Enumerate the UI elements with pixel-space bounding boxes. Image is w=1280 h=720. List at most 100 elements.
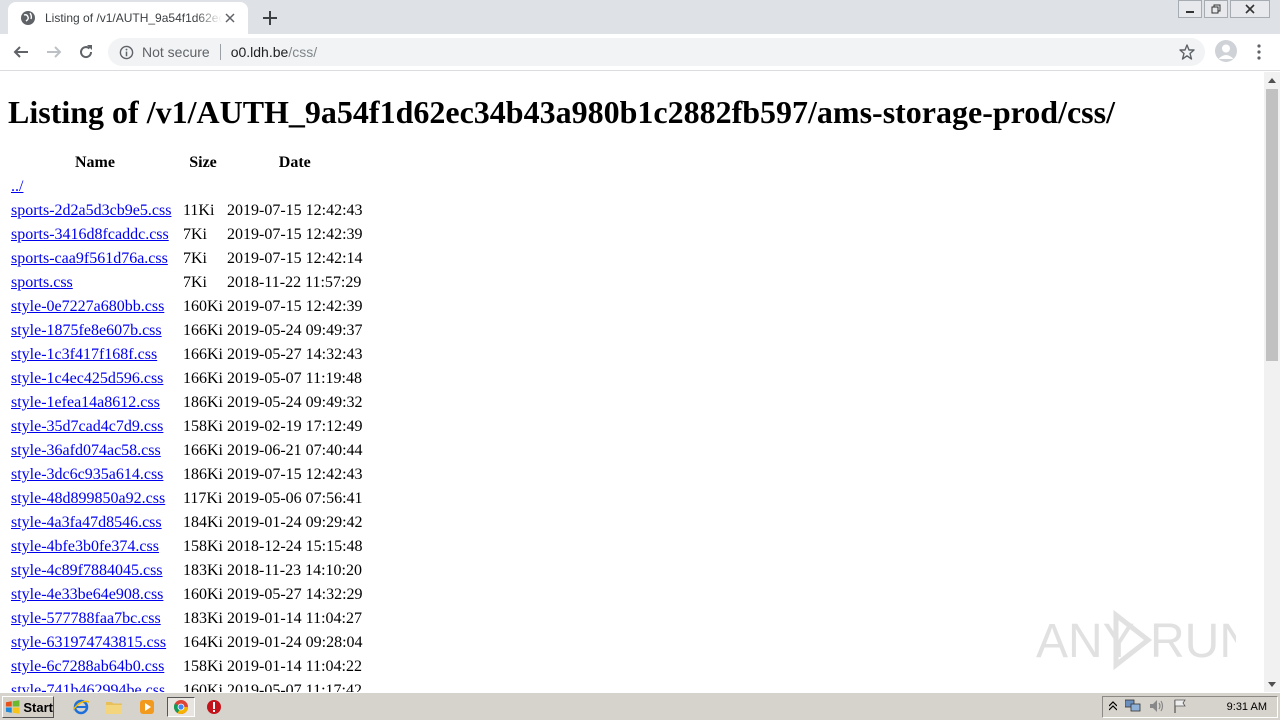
kebab-menu-icon[interactable] <box>1249 40 1269 64</box>
file-date-cell: 2019-01-14 11:04:22 <box>227 658 362 675</box>
table-row: style-1875fe8e607b.css 166Ki 2019-05-24 09… <box>10 320 364 342</box>
file-name-cell: style-741b462994be.css <box>10 680 180 692</box>
file-link[interactable]: style-631974743815.css <box>11 634 166 651</box>
reload-icon <box>80 45 93 59</box>
file-date-cell: 2019-05-06 07:56:41 <box>227 490 363 507</box>
file-size-cell: 7Ki <box>183 274 207 291</box>
file-link[interactable]: style-4a3fa47d8546.css <box>11 514 162 531</box>
start-label: Start <box>23 699 53 715</box>
media-player-icon[interactable] <box>136 697 158 717</box>
clock[interactable]: 9:31 AM <box>1227 701 1267 713</box>
tab-title: Listing of /v1/AUTH_9a54f1d62ec34b43a980… <box>45 11 222 25</box>
file-link[interactable]: style-0e7227a680bb.css <box>11 298 164 315</box>
file-link[interactable]: style-741b462994be.css <box>11 682 165 692</box>
file-link[interactable]: sports.css <box>11 274 73 291</box>
file-size-cell: 7Ki <box>183 250 207 267</box>
file-name-cell: style-48d899850a92.css <box>10 488 180 510</box>
table-row: style-6c7288ab64b0.css 158Ki 2019-01-14 11… <box>10 656 364 678</box>
internet-explorer-icon[interactable] <box>70 697 92 717</box>
stop-sign-icon[interactable] <box>203 697 225 717</box>
reload-button[interactable] <box>74 40 98 64</box>
file-size-cell: 7Ki <box>183 226 207 243</box>
file-link[interactable]: style-4e33be64e908.css <box>11 586 163 603</box>
bookmark-star-icon[interactable] <box>1179 44 1195 60</box>
file-link[interactable]: style-48d899850a92.css <box>11 490 165 507</box>
file-link[interactable]: style-577788faa7bc.css <box>11 610 161 627</box>
scroll-down-icon[interactable] <box>1264 676 1280 692</box>
file-link[interactable]: style-1c4ec425d596.css <box>11 370 163 387</box>
page-title: Listing of /v1/AUTH_9a54f1d62ec34b43a980… <box>8 94 1115 130</box>
windows-taskbar: Start 9:31 AM <box>0 692 1280 720</box>
file-link[interactable]: style-6c7288ab64b0.css <box>11 658 164 675</box>
address-bar[interactable]: Not secure o0.ldh.be/css/ <box>108 38 1205 66</box>
back-button[interactable] <box>9 40 33 64</box>
file-size-cell: 183Ki <box>183 562 223 579</box>
file-size-cell: 166Ki <box>183 322 223 339</box>
parent-directory-row: ../ <box>10 176 364 198</box>
file-name-cell: style-36afd074ac58.css <box>10 440 180 462</box>
file-date-cell: 2018-11-23 14:10:20 <box>227 562 362 579</box>
parent-directory-link[interactable]: ../ <box>11 178 23 195</box>
file-link[interactable]: style-4c89f7884045.css <box>11 562 163 579</box>
file-name-cell: style-0e7227a680bb.css <box>10 296 180 318</box>
browser-toolbar: Not secure o0.ldh.be/css/ <box>0 34 1280 71</box>
page-viewport: Listing of /v1/AUTH_9a54f1d62ec34b43a980… <box>0 72 1264 692</box>
file-explorer-icon[interactable] <box>103 697 125 717</box>
file-name-cell: style-6c7288ab64b0.css <box>10 656 180 678</box>
file-date-cell: 2019-05-24 09:49:32 <box>227 394 363 411</box>
show-hidden-icons-icon[interactable] <box>1108 700 1118 714</box>
file-link[interactable]: style-3dc6c935a614.css <box>11 466 163 483</box>
file-date-cell: 2019-07-15 12:42:39 <box>227 298 363 315</box>
file-link[interactable]: sports-3416d8fcaddc.css <box>11 226 169 243</box>
table-row: sports.css 7Ki 2018-11-22 11:57:29 <box>10 272 364 294</box>
browser-tab[interactable]: Listing of /v1/AUTH_9a54f1d62ec34b43a980… <box>8 2 248 34</box>
chrome-taskbar-icon[interactable] <box>167 697 195 717</box>
file-date-cell: 2019-07-15 12:42:43 <box>227 466 363 483</box>
file-link[interactable]: style-36afd074ac58.css <box>11 442 161 459</box>
file-date-cell: 2019-05-07 11:17:42 <box>227 682 362 692</box>
file-name-cell: style-1c4ec425d596.css <box>10 368 180 390</box>
volume-icon[interactable] <box>1149 699 1165 716</box>
scrollbar-thumb[interactable] <box>1266 89 1278 361</box>
file-date-cell: 2019-01-24 09:28:04 <box>227 634 363 651</box>
network-icon[interactable] <box>1124 699 1141 716</box>
file-link[interactable]: style-1efea14a8612.css <box>11 394 160 411</box>
column-header-name: Name <box>75 154 115 171</box>
table-row: sports-caa9f561d76a.css 7Ki 2019-07-15 12:… <box>10 248 364 270</box>
file-listing-table: Name Size Date ../ sports-2d2a5d3cb9e5.c… <box>8 150 366 692</box>
file-name-cell: style-4a3fa47d8546.css <box>10 512 180 534</box>
file-size-cell: 166Ki <box>183 370 223 387</box>
file-link[interactable]: style-35d7cad4c7d9.css <box>11 418 163 435</box>
security-label: Not secure <box>142 44 210 60</box>
file-link[interactable]: sports-2d2a5d3cb9e5.css <box>11 202 171 219</box>
file-date-cell: 2019-06-21 07:40:44 <box>227 442 363 459</box>
table-row: sports-3416d8fcaddc.css 7Ki 2019-07-15 12:… <box>10 224 364 246</box>
file-link[interactable]: style-1c3f417f168f.css <box>11 346 157 363</box>
file-size-cell: 186Ki <box>183 394 223 411</box>
close-tab-icon[interactable] <box>222 10 238 26</box>
profile-avatar-icon[interactable] <box>1215 40 1237 62</box>
column-header-date: Date <box>278 154 311 171</box>
minimize-button[interactable] <box>1178 0 1202 18</box>
start-button[interactable]: Start <box>2 696 54 718</box>
table-row: style-4c89f7884045.css 183Ki 2018-11-23 14… <box>10 560 364 582</box>
new-tab-button[interactable] <box>258 6 282 30</box>
forward-button[interactable] <box>42 40 66 64</box>
file-name-cell: style-1efea14a8612.css <box>10 392 180 414</box>
vertical-scrollbar[interactable] <box>1264 72 1280 692</box>
restore-button[interactable] <box>1204 0 1228 18</box>
action-center-flag-icon[interactable] <box>1173 699 1187 716</box>
file-name-cell: style-4c89f7884045.css <box>10 560 180 582</box>
file-name-cell: style-1c3f417f168f.css <box>10 344 180 366</box>
close-window-button[interactable] <box>1230 0 1270 18</box>
file-size-cell: 183Ki <box>183 610 223 627</box>
info-icon[interactable] <box>118 44 134 60</box>
file-link[interactable]: style-1875fe8e607b.css <box>11 322 162 339</box>
file-name-cell: style-4bfe3b0fe374.css <box>10 536 180 558</box>
file-link[interactable]: sports-caa9f561d76a.css <box>11 250 168 267</box>
file-size-cell: 158Ki <box>183 538 223 555</box>
scroll-up-icon[interactable] <box>1264 72 1280 88</box>
file-link[interactable]: style-4bfe3b0fe374.css <box>11 538 159 555</box>
separator <box>219 44 221 60</box>
anyrun-watermark-logo: ANY RUN <box>1036 609 1236 671</box>
